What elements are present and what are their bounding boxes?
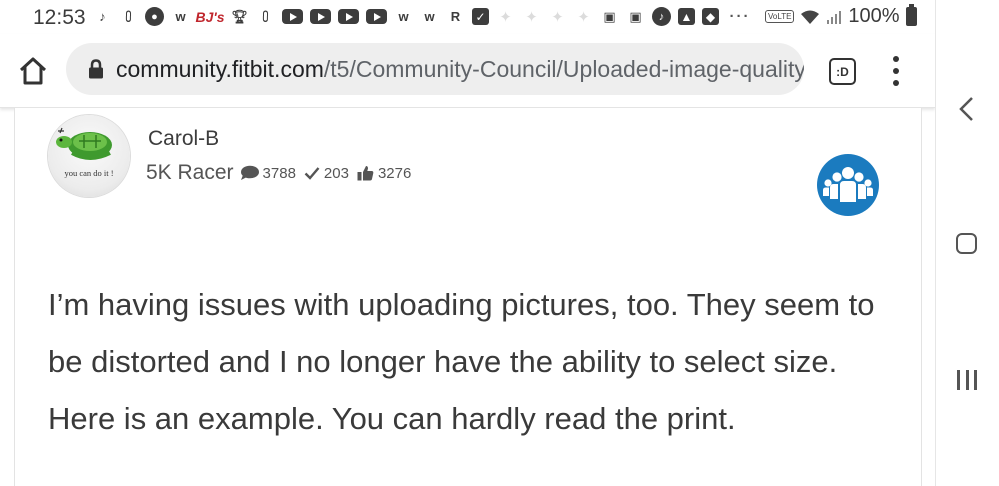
home-nav-icon[interactable] [956, 233, 977, 254]
back-icon[interactable] [957, 96, 977, 122]
trophy-icon: 🏆︎ [231, 8, 248, 24]
solutions-stat: 203 [304, 165, 349, 182]
twitter-icon: ✦ [499, 8, 512, 26]
author-meta: 5K Racer 3788 203 3276 [146, 161, 419, 185]
twitter-icon: ✦ [551, 8, 564, 26]
solutions-count: 203 [323, 164, 349, 182]
twitter-icon: ✦ [525, 8, 538, 26]
check-box-icon: ✓ [472, 8, 489, 25]
youtube-icon [310, 9, 331, 24]
browser-toolbar: community.fitbit.com/t5/Community-Counci… [0, 34, 935, 108]
google-news-icon: ▣ [603, 8, 616, 24]
group-icon [823, 167, 873, 202]
wifi-icon [801, 10, 820, 24]
walmart-icon: w [424, 9, 435, 24]
author-name[interactable]: Carol-B [148, 127, 219, 151]
avatar[interactable]: you can do it ! [48, 115, 130, 197]
battery-icon [905, 4, 917, 26]
walmart-icon: w [398, 9, 409, 24]
signal-icon [827, 10, 842, 24]
recent-apps-icon[interactable] [957, 370, 977, 390]
url-path: /t5/Community-Council/Uploaded-image-qua… [323, 56, 804, 82]
post-body: I’m having issues with uploading picture… [48, 287, 875, 436]
more-menu-icon[interactable] [885, 56, 907, 86]
status-bar: 12:53 ♪ ⩇ ● w BJ's 🏆︎ ⩇ w w R ✓ ✦ ✦ ✦ ✦ … [0, 0, 935, 34]
music-icon: ♪ [652, 7, 671, 26]
avatar-caption: you can do it ! [64, 168, 114, 178]
tiktok-icon: ♪ [99, 9, 106, 24]
speech-bubble-icon [240, 165, 259, 180]
checkmark-icon [304, 167, 320, 180]
twitter-icon: ✦ [577, 8, 590, 26]
url-bar[interactable]: community.fitbit.com/t5/Community-Counci… [66, 43, 804, 95]
kudos-stat: 3276 [357, 165, 411, 182]
more-dots-icon: ··· [729, 8, 751, 25]
tab-switcher-button[interactable]: :D [829, 58, 856, 85]
posts-stat: 3788 [240, 165, 296, 182]
shopping-bag-icon: ◆ [702, 8, 719, 25]
chrome-icon: ● [145, 7, 164, 26]
google-news-icon: ▣ [629, 8, 642, 24]
walmart-icon: w [175, 9, 186, 24]
home-icon[interactable] [16, 54, 50, 88]
lock-icon[interactable] [88, 59, 104, 79]
thumbs-up-icon [357, 166, 374, 181]
kudos-count: 3276 [377, 164, 412, 182]
volte-icon: VoLTE [765, 10, 795, 23]
r-icon: R [450, 9, 461, 24]
author-rank: 5K Racer [146, 161, 234, 184]
clock: 12:53 [33, 6, 86, 29]
ifttt-icon: ⩇ [262, 8, 269, 24]
youtube-icon [338, 9, 359, 24]
url-host: community.fitbit.com [116, 56, 324, 82]
bjs-icon: BJ's [195, 8, 225, 25]
notification-icons: ♪ ⩇ ● w BJ's 🏆︎ ⩇ w w R ✓ ✦ ✦ ✦ ✦ ▣ ▣ ♪ … [93, 7, 754, 26]
youtube-icon [282, 9, 303, 24]
gallery-icon: ▲ [678, 8, 695, 25]
divider [935, 0, 936, 486]
community-council-badge [817, 154, 879, 216]
battery-percent: 100% [848, 5, 900, 27]
posts-count: 3788 [262, 164, 296, 182]
ifttt-icon: ⩇ [125, 8, 132, 24]
system-status: VoLTE 100% [765, 4, 917, 28]
turtle-icon [56, 127, 112, 160]
youtube-icon [366, 9, 387, 24]
url-text[interactable]: community.fitbit.com/t5/Community-Counci… [116, 56, 804, 83]
